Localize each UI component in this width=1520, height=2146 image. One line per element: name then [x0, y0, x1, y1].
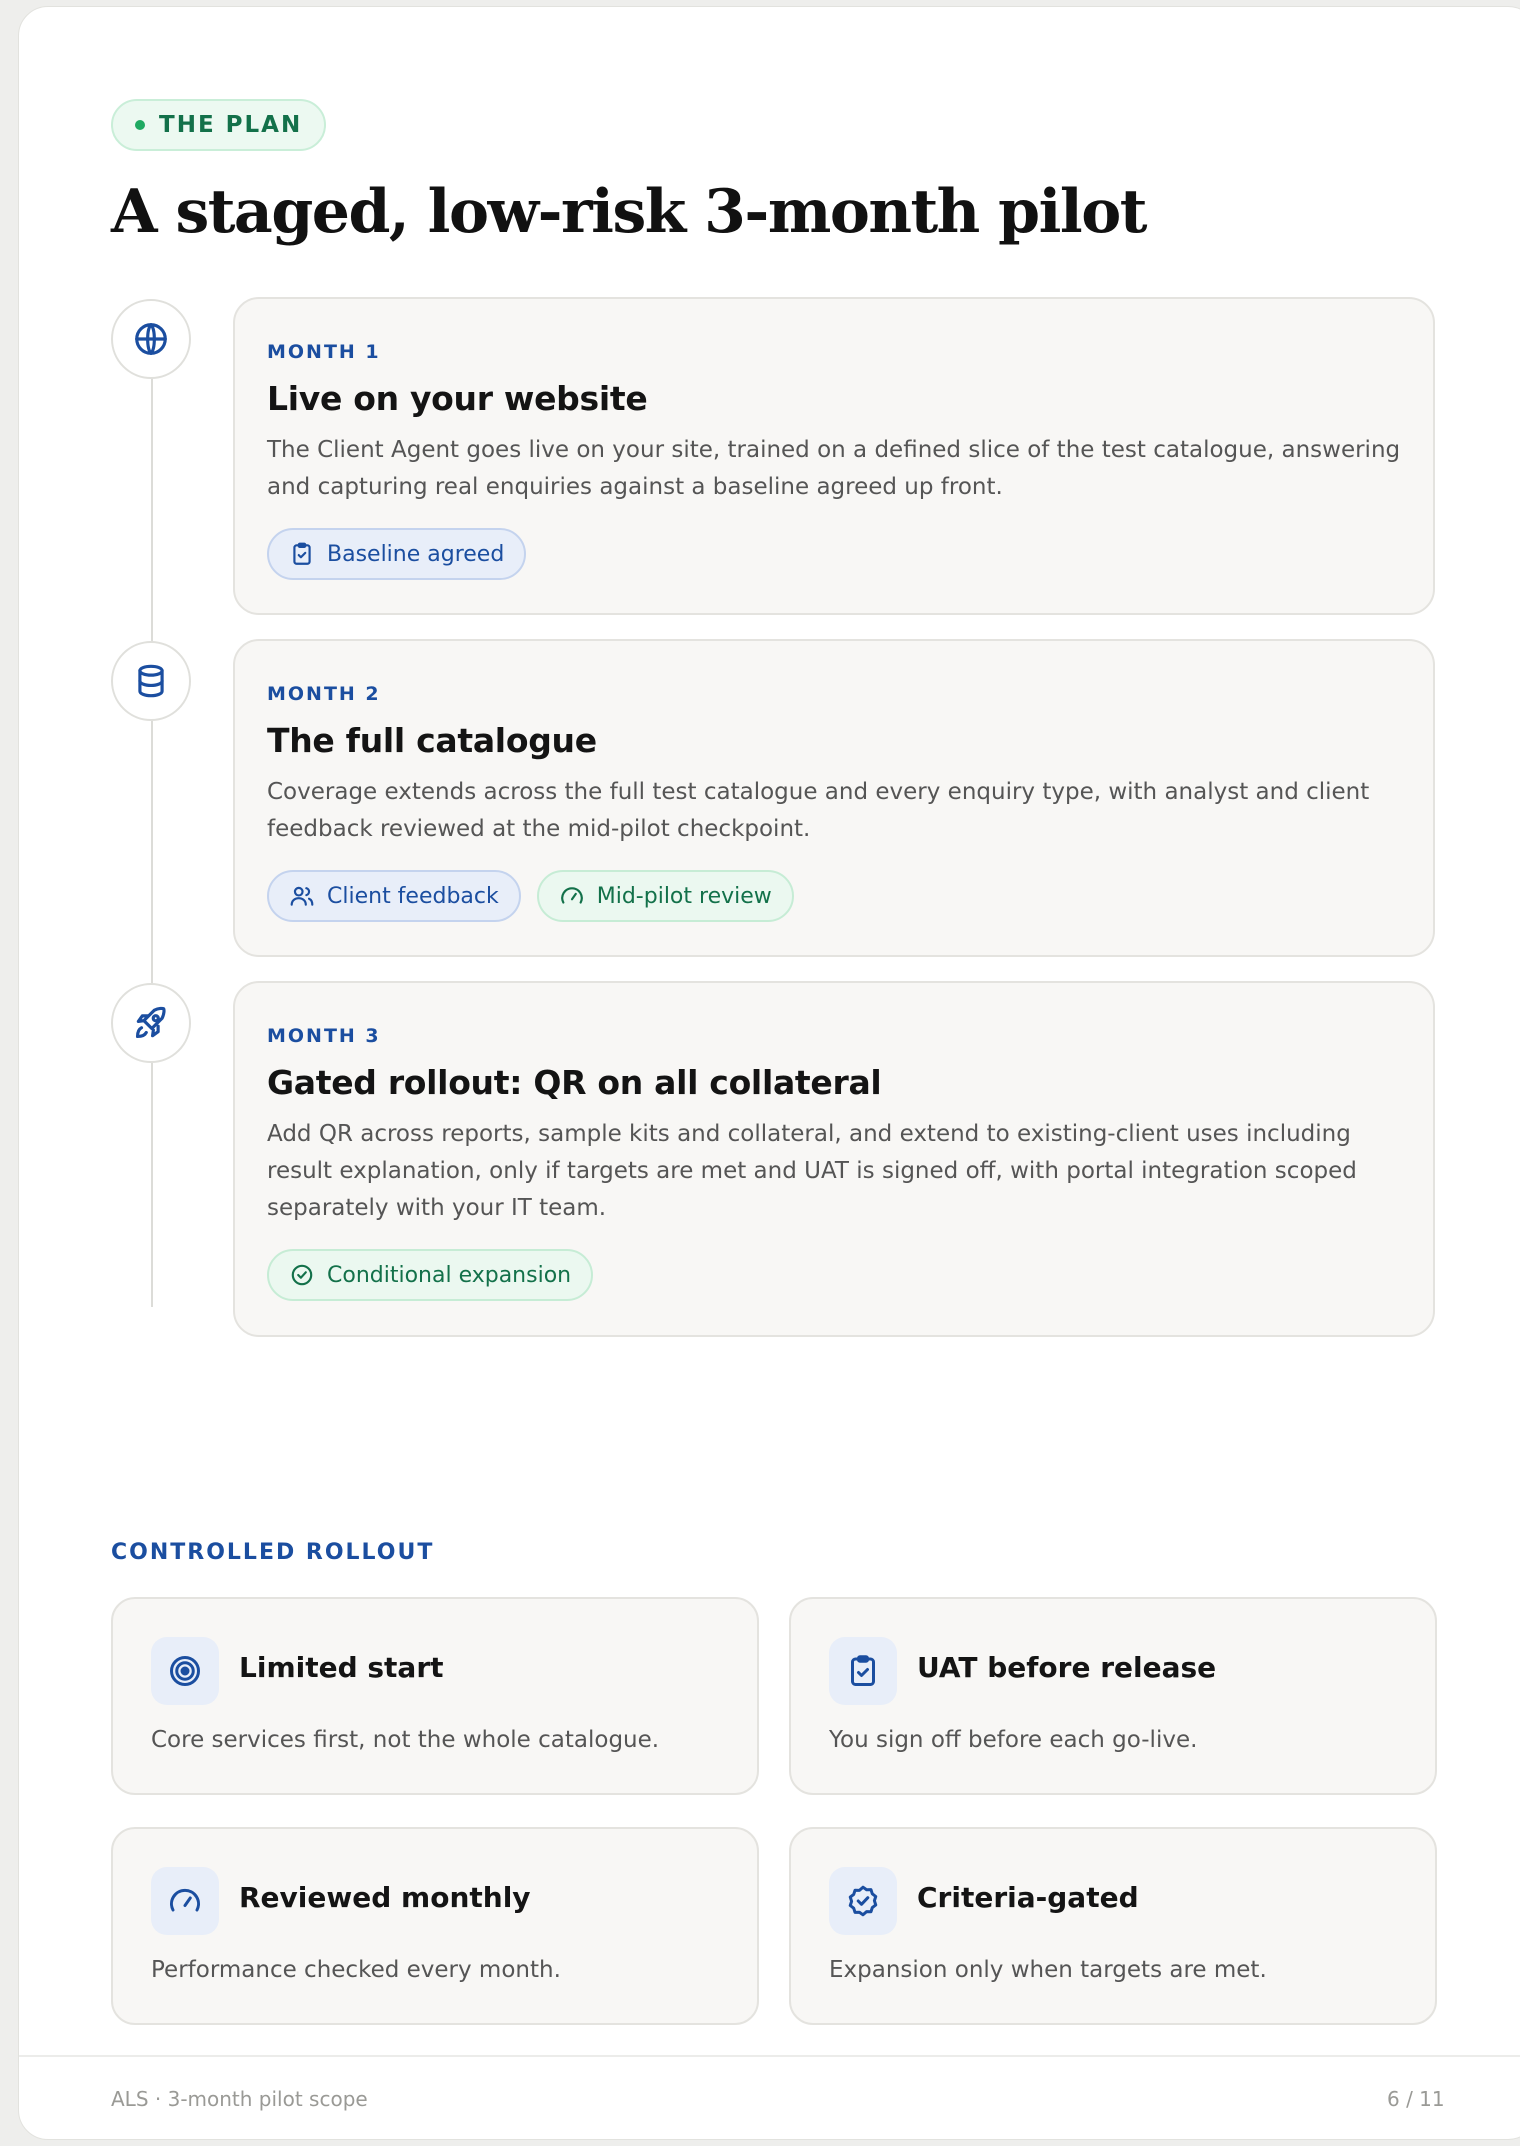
month-heading: Gated rollout: QR on all collateral	[267, 1063, 882, 1102]
tag-list: Conditional expansion	[267, 1249, 1401, 1301]
gauge-icon	[560, 887, 583, 904]
clipboard-check-icon	[293, 542, 311, 565]
tag-baseline-agreed: Baseline agreed	[267, 528, 527, 580]
tag-list: Client feedback Mid-pilot review	[267, 870, 1401, 922]
month-label: MONTH 3	[267, 1025, 381, 1047]
month-label: MONTH 1	[267, 341, 381, 363]
page-number: 6 / 11	[1387, 2087, 1445, 2111]
month-label: MONTH 2	[267, 683, 381, 705]
rollout-card-criteria-gated: Criteria-gated Expansion only when targe…	[789, 1827, 1437, 2025]
month-heading: Live on your website	[267, 379, 648, 418]
rollout-card-desc: Performance checked every month.	[151, 1957, 561, 1983]
eyebrow-pill: THE PLAN	[111, 99, 327, 151]
tag-client-feedback: Client feedback	[267, 870, 521, 922]
tag-label: Client feedback	[327, 883, 499, 909]
eyebrow-label: THE PLAN	[159, 112, 303, 138]
badge-check-icon	[291, 1264, 313, 1286]
gauge-icon	[151, 1867, 219, 1935]
rollout-card-desc: Expansion only when targets are met.	[829, 1957, 1267, 1983]
page-title: A staged, low-risk 3-month pilot	[111, 177, 1147, 247]
slide-footer: ALS · 3-month pilot scope 6 / 11	[19, 2055, 1520, 2139]
slide-page: THE PLAN A staged, low-risk 3-month pilo…	[18, 6, 1520, 2140]
target-icon	[151, 1637, 219, 1705]
month-body: Coverage extends across the full test ca…	[267, 779, 1370, 842]
timeline-rail	[151, 337, 153, 1307]
tag-mid-pilot-review: Mid-pilot review	[536, 870, 794, 922]
tag-list: Baseline agreed	[267, 528, 1401, 580]
month-heading: The full catalogue	[267, 721, 597, 760]
rollout-card-title: Limited start	[239, 1651, 444, 1684]
rollout-card-reviewed-monthly: Reviewed monthly Performance checked eve…	[111, 1827, 759, 2025]
rollout-card-limited-start: Limited start Core services first, not t…	[111, 1597, 759, 1795]
rollout-card-desc: You sign off before each go-live.	[829, 1727, 1198, 1753]
rollout-card-title: UAT before release	[917, 1651, 1217, 1684]
rollout-card-title: Reviewed monthly	[239, 1881, 531, 1914]
month-body: Add QR across reports, sample kits and c…	[267, 1121, 1357, 1221]
month-body: The Client Agent goes live on your site,…	[267, 437, 1401, 500]
month-card-3: MONTH 3 Gated rollout: QR on all collate…	[233, 981, 1435, 1337]
rollout-card-uat: UAT before release You sign off before e…	[789, 1597, 1437, 1795]
footer-label: ALS · 3-month pilot scope	[111, 2087, 368, 2111]
badge-check-icon	[829, 1867, 897, 1935]
tag-label: Mid-pilot review	[596, 883, 772, 909]
users-icon	[290, 886, 314, 906]
rollout-card-title: Criteria-gated	[917, 1881, 1139, 1914]
database-icon	[111, 641, 191, 721]
globe-icon	[111, 299, 191, 379]
rocket-icon	[111, 983, 191, 1063]
status-dot-icon	[135, 120, 145, 130]
tag-label: Baseline agreed	[327, 541, 505, 567]
section-label: CONTROLLED ROLLOUT	[111, 1540, 435, 1565]
clipboard-check-icon	[829, 1637, 897, 1705]
month-card-1: MONTH 1 Live on your website The Client …	[233, 297, 1435, 615]
tag-conditional-expansion: Conditional expansion	[267, 1249, 594, 1301]
month-card-2: MONTH 2 The full catalogue Coverage exte…	[233, 639, 1435, 957]
tag-label: Conditional expansion	[327, 1262, 572, 1288]
rollout-card-desc: Core services first, not the whole catal…	[151, 1727, 660, 1753]
